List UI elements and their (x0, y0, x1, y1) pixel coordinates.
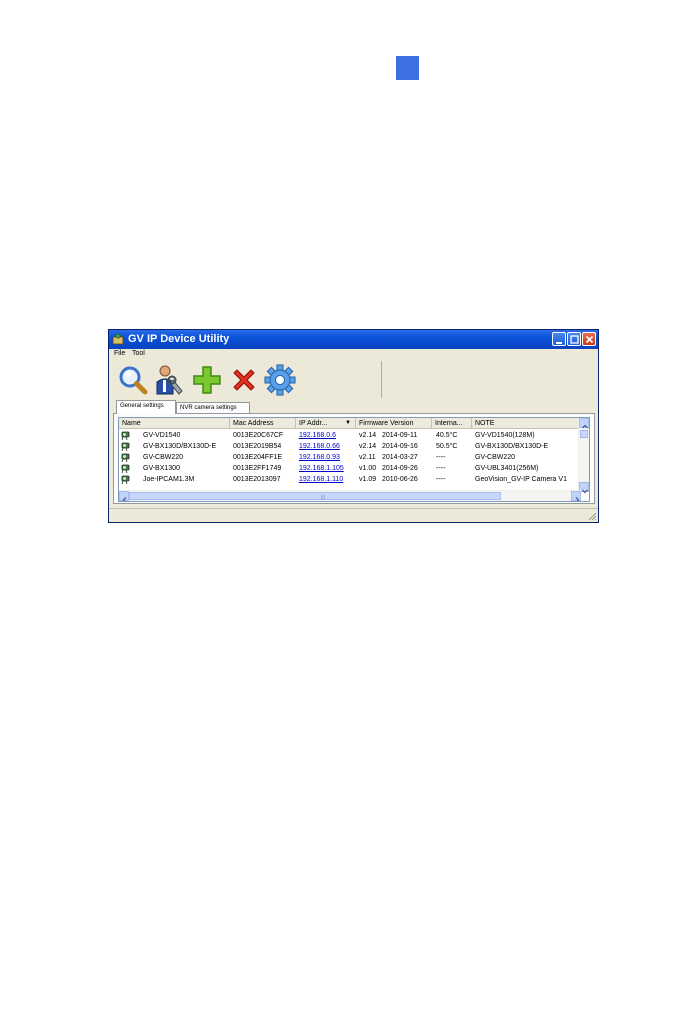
arrow-right-icon (575, 497, 580, 501)
menu-bar: File Tool (109, 349, 598, 360)
settings-gear-icon[interactable] (264, 364, 296, 396)
camera-icon (121, 475, 130, 484)
cell-name: Joe-IPCAM1.3M (143, 476, 195, 483)
column-header-note[interactable]: NOTE (472, 418, 581, 429)
cell-internal-temp: 50.5°C (436, 443, 458, 450)
cell-mac: 0013E2FF1749 (233, 465, 282, 472)
title-bar[interactable]: GV IP Device Utility (109, 330, 598, 349)
cell-mac: 0013E2013097 (233, 476, 281, 483)
cell-mac: 0013E20C67CF (233, 432, 284, 439)
tab-nvr-camera-settings[interactable]: NVR camera settings (176, 402, 250, 413)
status-bar (109, 508, 598, 522)
close-icon (585, 335, 594, 344)
cell-internal-temp: 40.5°C (436, 432, 458, 439)
cell-note: GV-CBW220 (475, 454, 516, 461)
settings-panel: General settings NVR camera settings Nam… (113, 400, 595, 504)
cell-ip[interactable]: 192.168.1.105 (299, 465, 344, 472)
cell-note: GV-BX130D/BX130D-E (475, 443, 549, 450)
delete-icon[interactable] (228, 364, 260, 396)
vertical-scroll-thumb[interactable] (580, 430, 588, 438)
cell-note: GeoVision_GV-IP Camera V1 (475, 476, 567, 483)
tab-general-settings[interactable]: General settings (116, 400, 176, 414)
cell-ip[interactable]: 192.168.0.93 (299, 454, 340, 461)
cell-mac: 0013E204FF1E (233, 454, 283, 461)
maximize-icon (570, 335, 579, 344)
cell-name: GV-BX1300 (143, 465, 180, 472)
cell-firmware-date: 2010-06-26 (382, 476, 418, 483)
user-settings-icon[interactable] (153, 364, 185, 396)
device-table: Name Mac Address IP Addr... ▼ Firmware Ve… (118, 417, 590, 502)
column-header-firmware[interactable]: Firmware Version (356, 418, 432, 429)
cell-ip[interactable]: 192.168.0.6 (299, 432, 336, 439)
sort-desc-icon: ▼ (345, 420, 351, 426)
cell-mac: 0013E2019B54 (233, 443, 282, 450)
close-button[interactable] (582, 332, 596, 346)
camera-icon (121, 431, 130, 440)
cell-internal-temp: ---- (436, 454, 446, 461)
toolbar (111, 361, 382, 398)
menu-file[interactable]: File (114, 350, 125, 357)
minimize-icon (556, 342, 562, 344)
table-row[interactable]: GV-CBW220 0013E204FF1E 192.168.0.93 v2.11 20… (119, 452, 581, 463)
app-icon (112, 333, 124, 345)
column-header-mac[interactable]: Mac Address (230, 418, 296, 429)
cell-note: GV-VD1540(128M) (475, 432, 535, 439)
horizontal-scroll-thumb[interactable]: ||| (129, 492, 501, 501)
window-title: GV IP Device Utility (128, 333, 230, 345)
scroll-grip-icon: ||| (321, 495, 325, 501)
cell-firmware-version: v1.00 (359, 465, 377, 472)
cell-internal-temp: ---- (436, 476, 446, 483)
cell-firmware-date: 2014-09-11 (382, 432, 418, 439)
minimize-button[interactable] (552, 332, 566, 346)
cell-firmware-version: v2.14 (359, 443, 377, 450)
scroll-up-button[interactable] (579, 418, 589, 429)
camera-icon (121, 464, 130, 473)
menu-tool[interactable]: Tool (132, 350, 145, 357)
scroll-left-button[interactable] (119, 491, 129, 501)
cell-note: GV-UBL3401(256M) (475, 465, 539, 472)
scroll-right-button[interactable] (571, 491, 581, 501)
table-row[interactable]: GV-VD1540 0013E20C67CF 192.168.0.6 v2.14 201… (119, 430, 581, 441)
cell-ip[interactable]: 192.168.0.66 (299, 443, 340, 450)
add-icon[interactable] (191, 364, 223, 396)
cell-internal-temp: ---- (436, 465, 446, 472)
cell-name: GV-VD1540 (143, 432, 181, 439)
vertical-scrollbar[interactable] (578, 418, 589, 494)
search-icon[interactable] (117, 364, 149, 396)
cell-firmware-version: v2.11 (359, 454, 376, 461)
camera-icon (121, 442, 130, 451)
camera-icon (121, 453, 130, 462)
cell-firmware-version: v1.09 (359, 476, 377, 483)
cell-firmware-version: v2.14 (359, 432, 377, 439)
horizontal-scrollbar[interactable]: ||| (119, 490, 581, 501)
table-row[interactable]: GV-BX1300 0013E2FF1749 192.168.1.105 v1.00 2… (119, 463, 581, 474)
cell-firmware-date: 2014-09-16 (382, 443, 418, 450)
column-header-name[interactable]: Name (119, 418, 230, 429)
table-row[interactable]: GV-BX130D/BX130D-E 0013E2019B54 192.168.0.… (119, 441, 581, 452)
column-header-ip[interactable]: IP Addr... ▼ (296, 418, 356, 429)
app-window: GV IP Device Utility File Tool General s… (108, 329, 599, 523)
table-row[interactable]: Joe-IPCAM1.3M 0013E2013097 192.168.1.110 v1… (119, 474, 581, 485)
column-header-internal[interactable]: Interna... (432, 418, 472, 429)
page-marker-tab (396, 56, 419, 80)
cell-ip[interactable]: 192.168.1.110 (299, 476, 343, 483)
cell-firmware-date: 2014-09-26 (382, 465, 418, 472)
maximize-button[interactable] (567, 332, 581, 346)
cell-firmware-date: 2014-03-27 (382, 454, 418, 461)
resize-grip-icon[interactable] (587, 511, 597, 521)
cell-name: GV-CBW220 (143, 454, 184, 461)
cell-name: GV-BX130D/BX130D-E (143, 443, 217, 450)
